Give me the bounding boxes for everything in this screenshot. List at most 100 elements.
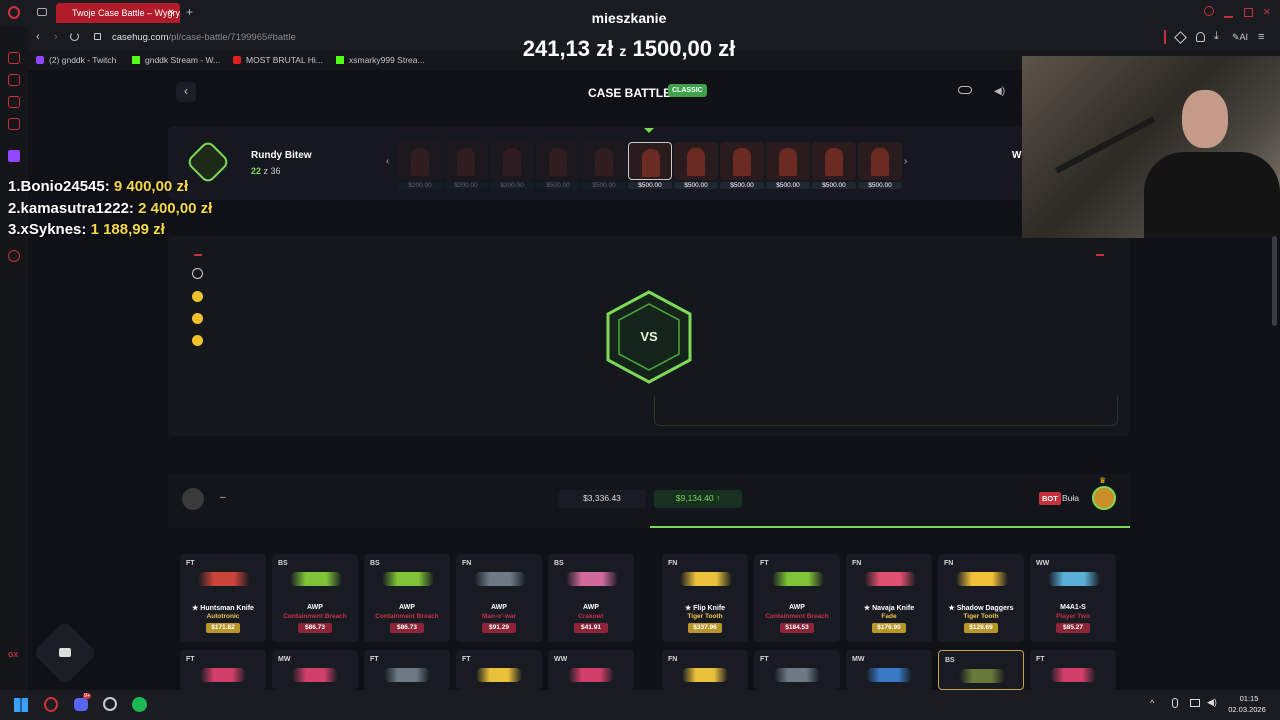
opera-taskbar-icon[interactable]: [44, 697, 58, 712]
page-title: CASE BATTLE: [588, 86, 672, 100]
weapon-image: [292, 668, 338, 682]
emoji-neutral-icon[interactable]: [192, 268, 203, 279]
drop-item-card[interactable]: FT: [754, 650, 840, 690]
sidebar-settings-icon[interactable]: [8, 250, 20, 262]
sidebar-bag-icon[interactable]: [8, 74, 20, 86]
volume-tray-icon[interactable]: ◀︎): [1207, 697, 1217, 708]
clock-time[interactable]: 01:15: [1226, 694, 1272, 703]
lb-rank: 2.: [8, 200, 21, 217]
goal-target: 1500,00 zł: [632, 36, 736, 61]
sound-icon[interactable]: ◀︎): [994, 86, 1005, 97]
item-condition: FN: [668, 560, 678, 567]
player-left-total: $3,336.43: [558, 490, 646, 508]
rounds-prev-icon[interactable]: ‹: [386, 156, 389, 167]
item-name: AWP: [789, 604, 805, 611]
item-condition: BS: [278, 560, 288, 567]
case-round-5[interactable]: $500.00: [582, 142, 626, 194]
item-price: $85.27: [1056, 623, 1090, 633]
sidebar-messenger-icon[interactable]: [8, 96, 20, 108]
drop-item-card[interactable]: MW: [272, 650, 358, 690]
case-round-9[interactable]: $500.00: [766, 142, 810, 194]
emoji-worried-icon[interactable]: [192, 313, 203, 324]
item-condition: FT: [186, 560, 195, 567]
clock-date[interactable]: 02.03.2026: [1222, 705, 1272, 714]
mic-tray-icon[interactable]: [1172, 698, 1178, 708]
discord-taskbar-icon[interactable]: [74, 698, 88, 711]
item-price: $91.29: [482, 623, 516, 633]
weapon-image: [866, 668, 912, 682]
item-skin: Containment Breach: [765, 613, 829, 620]
drop-item-card[interactable]: BS AWP Containment Breach $86.73: [364, 554, 450, 642]
windows-start-icon[interactable]: [14, 698, 28, 712]
scrollbar-thumb[interactable]: [1272, 236, 1277, 326]
notification-badge: 9+: [83, 693, 92, 699]
drop-item-card[interactable]: FN ★ Shadow Daggers Tiger Tooth $128.69: [938, 554, 1024, 642]
obs-taskbar-icon[interactable]: [103, 697, 117, 711]
case-round-11[interactable]: $500.00: [858, 142, 902, 194]
lb-name: Bonio24545:: [20, 178, 110, 195]
tray-chevron-icon[interactable]: ^: [1150, 698, 1154, 708]
vs-label: VS: [640, 329, 658, 344]
streamer-body: [1144, 152, 1280, 238]
case-image: [858, 142, 902, 180]
donation-goal-title: mieszkanie: [591, 10, 667, 26]
drop-item-card[interactable]: FT: [364, 650, 450, 690]
drop-item-card[interactable]: FT AWP Containment Breach $184.53: [754, 554, 840, 642]
item-condition: FT: [370, 656, 379, 663]
share-link-icon[interactable]: [958, 86, 972, 94]
case-round-7[interactable]: $500.00: [674, 142, 718, 194]
item-name: AWP: [583, 604, 599, 611]
case-round-1[interactable]: $200.00: [398, 142, 442, 194]
case-price: $500.00: [536, 182, 580, 189]
drop-item-card[interactable]: BS AWP Crakow! $41.91: [548, 554, 634, 642]
weapon-image: [566, 572, 618, 586]
sidebar-twitch-icon[interactable]: [8, 150, 20, 162]
weapon-image: [476, 668, 522, 682]
case-round-4[interactable]: $500.00: [536, 142, 580, 194]
rounds-next-icon[interactable]: ›: [904, 156, 907, 167]
drop-item-card[interactable]: WW: [548, 650, 634, 690]
drop-item-card[interactable]: FN ★ Flip Knife Tiger Tooth $337.96: [662, 554, 748, 642]
sidebar-mail-icon[interactable]: [8, 118, 20, 130]
case-image: [536, 142, 580, 180]
item-name: ★ Navaja Knife: [863, 605, 915, 612]
case-round-8[interactable]: $500.00: [720, 142, 764, 194]
drop-item-card[interactable]: BS: [938, 650, 1024, 690]
drop-item-card[interactable]: FN ★ Navaja Knife Fade $176.90: [846, 554, 932, 642]
drop-item-card[interactable]: FT: [180, 650, 266, 690]
drop-item-card[interactable]: FT: [1030, 650, 1116, 690]
item-condition: FN: [852, 560, 862, 567]
drop-item-card[interactable]: MW: [846, 650, 932, 690]
weapon-image: [290, 572, 342, 586]
case-round-current[interactable]: $500.00: [628, 142, 672, 194]
spotify-taskbar-icon[interactable]: [132, 697, 147, 712]
avatar[interactable]: [182, 488, 204, 510]
crown-icon: ♛: [1099, 476, 1107, 485]
lb-amount: 2 400,00 zł: [138, 200, 213, 217]
back-button[interactable]: ‹: [176, 82, 196, 102]
left-marker: [194, 254, 202, 256]
case-round-3[interactable]: $200.00: [490, 142, 534, 194]
drop-item-card[interactable]: BS AWP Containment Breach $86.73: [272, 554, 358, 642]
drop-item-card[interactable]: FT: [456, 650, 542, 690]
case-round-10[interactable]: $500.00: [812, 142, 856, 194]
item-price: $171.82: [206, 623, 240, 633]
close-window-icon[interactable]: ×: [1263, 4, 1271, 19]
menu-icon[interactable]: ≡: [1258, 31, 1264, 43]
weapon-image: [682, 668, 728, 682]
weapon-image: [959, 669, 1005, 683]
drop-item-card[interactable]: FT ★ Huntsman Knife Autotronic $171.82: [180, 554, 266, 642]
microphone-arm: [1055, 116, 1155, 174]
sidebar-gx-icon[interactable]: GX: [8, 652, 18, 659]
network-tray-icon[interactable]: [1190, 699, 1200, 707]
drop-item-card[interactable]: FN AWP Man-o'-war $91.29: [456, 554, 542, 642]
item-price: $41.91: [574, 623, 608, 633]
bot-name: Buła: [1062, 493, 1080, 503]
drop-item-card[interactable]: FN: [662, 650, 748, 690]
emoji-sad-icon[interactable]: [192, 291, 203, 302]
case-round-2[interactable]: $200.00: [444, 142, 488, 194]
item-name: M4A1-S: [1060, 604, 1086, 611]
emoji-shock-icon[interactable]: [192, 335, 203, 346]
player-left-name: –: [220, 492, 226, 503]
drop-item-card[interactable]: WW M4A1-S Player Two $85.27: [1030, 554, 1116, 642]
